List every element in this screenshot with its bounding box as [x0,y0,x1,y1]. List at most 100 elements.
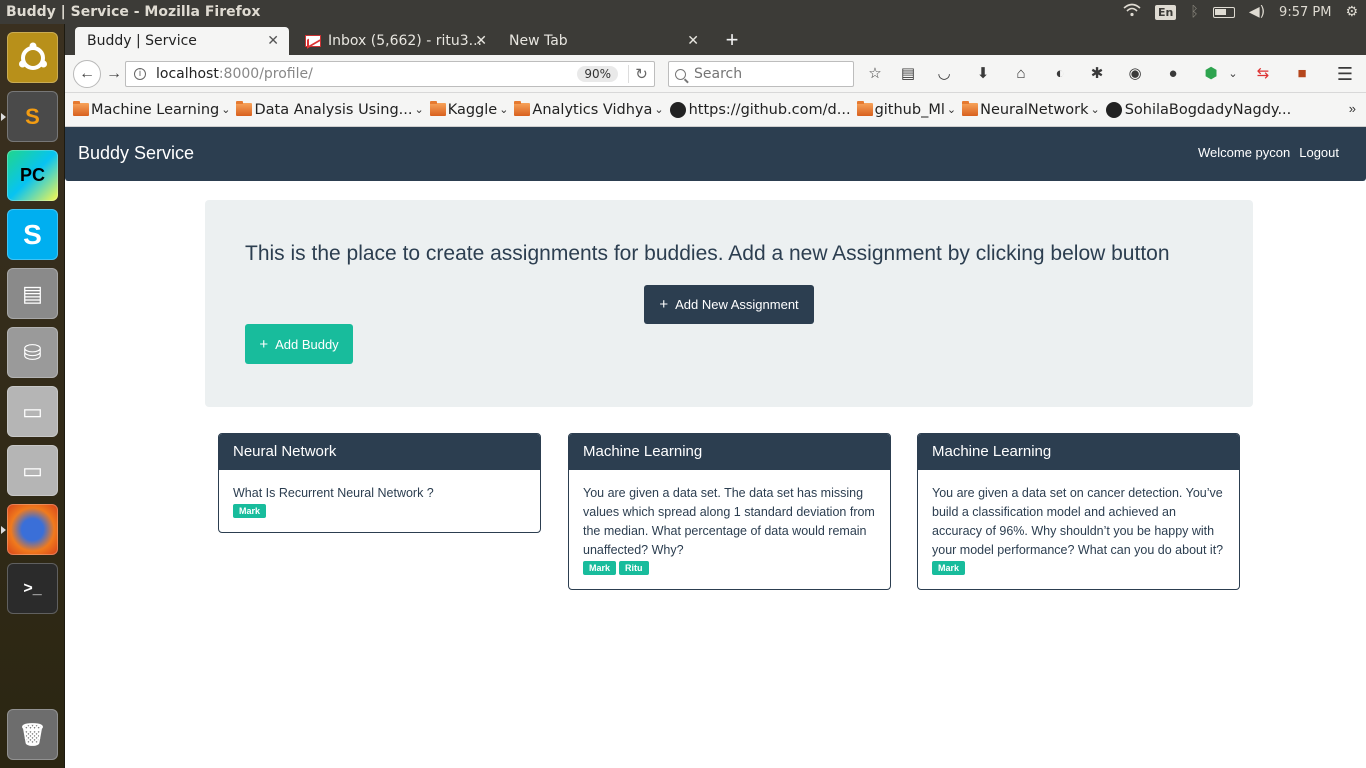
assignment-card: Machine Learning You are given a data se… [917,433,1240,590]
browser-window: Buddy | Service ✕ Inbox (5,662) - ritu3.… [65,24,1366,768]
chevron-right-icon[interactable]: » [1349,101,1356,116]
navbar-user-links: Welcome pycon Logout [1198,145,1339,160]
tag-list: Mark [233,504,526,518]
close-icon[interactable]: ✕ [475,33,487,49]
bluetooth-icon[interactable]: ᛒ [1190,4,1198,20]
card-text: What Is Recurrent Neural Network ? [233,486,434,500]
buddy-tag: Mark [932,561,966,575]
extension-icon[interactable]: ◐ [1050,64,1070,84]
download-icon[interactable]: ⬇ [973,64,993,84]
database-icon[interactable]: ⛁ [7,327,58,378]
reading-list-icon[interactable]: ▤ [898,64,918,84]
bookmarks-toolbar: Machine Learning ⌄ Data Analysis Using...… [65,93,1366,127]
trash-icon[interactable]: 🗑 [7,709,58,760]
bookmark-folder[interactable]: NeuralNetwork ⌄ [962,101,1100,118]
back-button[interactable]: ← [73,60,101,88]
card-title: Machine Learning [918,434,1239,470]
extension-icon[interactable]: ✱ [1087,64,1107,84]
pycharm-icon[interactable]: PC [7,150,58,201]
site-brand[interactable]: Buddy Service [78,143,194,164]
skype-icon[interactable]: S [7,209,58,260]
card-body: You are given a data set. The data set h… [569,470,890,589]
extension-icon[interactable]: ● [1163,64,1183,84]
bookmark-folder[interactable]: github_Ml ⌄ [856,101,957,118]
search-bar[interactable] [668,61,854,87]
url-text[interactable]: localhost:8000/profile/ [156,66,577,82]
bookmark-label: SohilaBogdadyNagdy... [1124,101,1292,118]
bookmark-label: Data Analysis Using... [254,101,413,118]
add-buddy-button[interactable]: + Add Buddy [245,324,353,364]
chevron-down-icon: ⌄ [654,103,664,116]
card-text: You are given a data set. The data set h… [583,486,875,557]
gmail-icon [305,35,321,47]
card-title: Machine Learning [569,434,890,470]
tag-list: Mark [932,561,1225,575]
extension-icon[interactable]: ⬢ [1201,64,1221,84]
wifi-icon[interactable] [1123,3,1141,21]
zoom-level[interactable]: 90% [577,66,618,82]
disk-drive-icon[interactable]: ▭ [7,445,58,496]
disk-drive-icon[interactable]: ▭ [7,386,58,437]
bookmark-link[interactable]: https://github.com/d... [669,101,851,118]
pocket-icon[interactable]: ◡ [934,64,954,84]
firefox-icon[interactable] [1,504,58,555]
bookmark-folder[interactable]: Analytics Vidhya ⌄ [514,101,664,118]
file-cabinet-icon[interactable]: ▤ [7,268,58,319]
card-body: What Is Recurrent Neural Network ? Mark [219,470,540,532]
buddy-tag: Mark [233,504,267,518]
forward-button[interactable]: → [103,63,125,85]
home-icon[interactable]: ⌂ [1011,64,1031,84]
new-tab-button[interactable]: + [719,27,745,53]
info-icon[interactable]: i [134,68,146,80]
bookmark-folder[interactable]: Machine Learning ⌄ [73,101,230,118]
tab-buddy-service[interactable]: Buddy | Service ✕ [75,27,289,55]
bookmark-label: Machine Learning [91,101,220,118]
buddy-tag: Ritu [619,561,649,575]
extension-icon[interactable]: ■ [1292,64,1312,84]
battery-icon[interactable] [1212,6,1235,18]
clock[interactable]: 9:57 PM [1279,5,1331,20]
tab-inbox[interactable]: Inbox (5,662) - ritu3... ✕ [293,27,497,55]
extension-icon[interactable]: ◉ [1125,64,1145,84]
bookmark-label: Kaggle [447,101,498,118]
extension-icon[interactable]: ⇆ [1253,64,1273,84]
chevron-down-icon: ⌄ [499,103,509,116]
window-title: Buddy | Service - Mozilla Firefox [6,4,261,20]
tab-label: Inbox (5,662) - ritu3... [328,33,482,49]
welcome-link[interactable]: Welcome pycon [1198,145,1290,160]
tab-new-tab[interactable]: New Tab ✕ [497,27,709,55]
bookmark-star-icon[interactable]: ☆ [865,64,885,84]
bookmark-link[interactable]: SohilaBogdadyNagdy... [1105,101,1292,118]
web-page: Buddy Service Welcome pycon Logout This … [65,127,1366,768]
chevron-down-icon: ⌄ [1090,103,1100,116]
url-bar[interactable]: i localhost:8000/profile/ 90% ↻ [125,61,655,87]
chevron-down-icon: ⌄ [946,103,957,116]
system-top-panel: Buddy | Service - Mozilla Firefox En ᛒ ◀… [0,0,1366,24]
close-icon[interactable]: ✕ [687,33,699,49]
sublime-text-icon[interactable]: S [1,91,58,142]
bookmark-folder[interactable]: Data Analysis Using... ⌄ [236,101,424,118]
terminal-icon[interactable]: >_ [7,563,58,614]
tab-label: New Tab [509,33,568,49]
menu-icon[interactable]: ☰ [1335,64,1355,84]
url-host: localhost [156,66,219,82]
search-input[interactable] [694,66,844,82]
reload-icon[interactable]: ↻ [628,65,654,83]
folder-icon [236,101,253,116]
site-navbar: Buddy Service Welcome pycon Logout [65,127,1366,181]
gear-icon[interactable]: ⚙ [1345,4,1358,20]
github-icon [1105,101,1122,118]
bookmark-folder[interactable]: Kaggle ⌄ [429,101,509,118]
add-new-assignment-button[interactable]: + Add New Assignment [644,285,814,324]
keyboard-layout-indicator[interactable]: En [1155,4,1177,20]
volume-icon[interactable]: ◀) [1249,4,1265,20]
logout-link[interactable]: Logout [1299,145,1339,160]
folder-icon [962,101,979,116]
button-label: Add New Assignment [675,297,799,312]
close-icon[interactable]: ✕ [267,33,279,49]
chevron-down-icon[interactable]: ⌄ [1223,64,1243,84]
folder-icon [73,101,89,116]
app-launcher: S PC S ▤ ⛁ ▭ ▭ >_ 🗑 [0,24,65,768]
ubuntu-dash-icon[interactable] [7,32,58,83]
panel-indicators: En ᛒ ◀) 9:57 PM ⚙ [1123,0,1366,24]
